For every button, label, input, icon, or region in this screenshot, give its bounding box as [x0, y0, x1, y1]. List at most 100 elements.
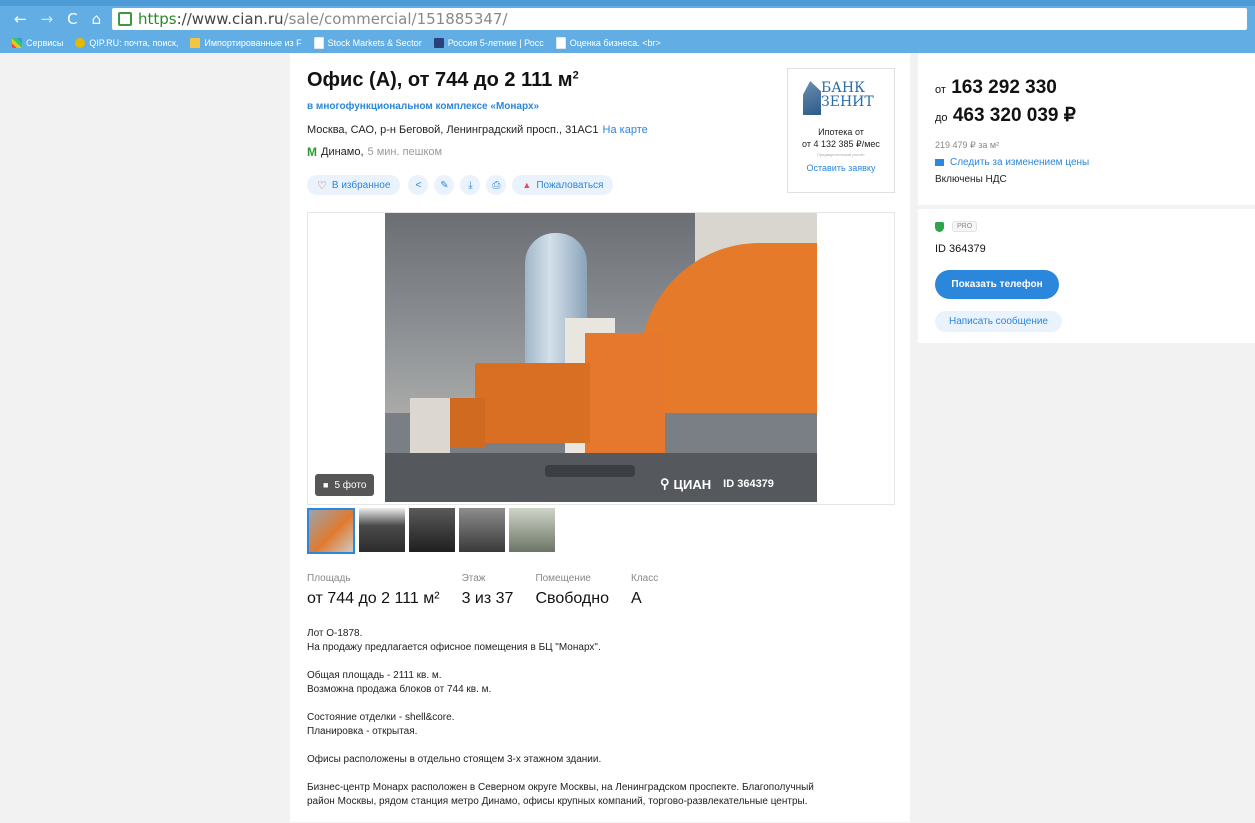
thumbnail-strip — [307, 508, 559, 554]
description-paragraph: Общая площадь - 2111 кв. м. Возможна прод… — [307, 669, 903, 697]
metro-walk-time: 5 мин. пешком — [367, 146, 443, 158]
photo-building — [475, 363, 590, 443]
param-value: от 744 до 2 111 м² — [307, 590, 440, 607]
price-from-value: 163 292 330 — [951, 77, 1057, 98]
bookmark-item[interactable]: QIP.RU: почта, поиск, — [75, 37, 179, 48]
description-line: Офисы расположены в отдельно стоящем 3-х… — [307, 754, 602, 765]
param-value: 3 из 37 — [461, 590, 514, 607]
bank-mortgage-amount: от 4 132 385 ₽/мес — [802, 139, 880, 149]
follow-price-link[interactable]: Следить за изменением цены — [935, 157, 1089, 168]
watermark-brand: ЦИАН — [673, 476, 712, 492]
complain-label: Пожаловаться — [536, 179, 604, 191]
home-icon[interactable]: ⌂ — [92, 10, 102, 28]
photo-count-label: 5 фото — [334, 479, 367, 491]
title-sup: 2 — [572, 69, 579, 82]
bookmark-label: Россия 5-летние | Росс — [447, 37, 544, 48]
description-paragraph: Состояние отделки - shell&core. Планировк… — [307, 711, 903, 739]
share-icon: < — [415, 179, 422, 191]
thumbnail[interactable] — [359, 508, 405, 552]
param-premises: Помещение Свободно — [535, 573, 609, 608]
reload-icon[interactable]: C — [67, 10, 77, 28]
shield-check-icon — [935, 221, 944, 232]
favorite-button[interactable]: ♡ В избранное — [307, 175, 401, 195]
description-line: район Москвы, рядом станция метро Динамо… — [307, 796, 808, 807]
print-icon: ⎙ — [492, 179, 501, 191]
price-to: до 463 320 039 ₽ — [935, 104, 1076, 127]
share-button[interactable]: < — [408, 175, 429, 195]
pin-icon: ⚲ — [660, 476, 670, 491]
listing-params: Площадь от 744 до 2 111 м² Этаж 3 из 37 По… — [307, 573, 680, 608]
description-line: Возможна продажа блоков от 744 кв. м. — [307, 684, 492, 695]
download-button[interactable]: ⤓ — [460, 175, 481, 195]
lock-icon — [118, 12, 132, 26]
edit-button[interactable]: ✎ — [434, 175, 455, 195]
bookmark-item[interactable]: Россия 5-летние | Росс — [433, 37, 544, 48]
bookmark-item[interactable]: Импортированные из F — [190, 37, 302, 48]
metro-icon: М — [307, 145, 317, 159]
photo-building — [585, 333, 665, 453]
rs-icon — [433, 37, 444, 48]
show-phone-button[interactable]: Показать телефон — [935, 270, 1059, 299]
print-button[interactable]: ⎙ — [486, 175, 507, 195]
camera-icon: ■ — [323, 480, 329, 490]
thumbnail[interactable] — [459, 508, 505, 552]
cian-watermark: ⚲ ЦИАН ID 364379 — [660, 476, 774, 492]
param-label: Площадь — [307, 573, 351, 584]
bank-apply-link[interactable]: Оставить заявку — [788, 163, 894, 173]
bank-ad[interactable]: БАНК ЗЕНИТ Ипотека от от 4 132 385 ₽/мес … — [787, 68, 895, 193]
description-line: Общая площадь - 2111 кв. м. — [307, 670, 442, 681]
description-line: Состояние отделки - shell&core. — [307, 712, 455, 723]
back-arrow-icon[interactable]: ← — [14, 10, 27, 28]
main-photo[interactable] — [385, 213, 817, 502]
url-scheme: https — [138, 10, 177, 28]
bookmark-label: Оценка бизнеса. <br> — [569, 37, 661, 48]
address-bar[interactable]: https://www.cian.ru/sale/commercial/1518… — [112, 8, 1247, 30]
bookmark-label: Импортированные из F — [204, 37, 302, 48]
bank-name-line2: ЗЕНИТ — [821, 94, 874, 110]
pencil-icon: ✎ — [440, 179, 449, 191]
address-text: Москва, САО, р-н Беговой, Ленинградский … — [307, 124, 599, 136]
bank-logo-mark — [803, 81, 821, 115]
thumbnail[interactable] — [509, 508, 555, 552]
description: Лот О-1878. На продажу предлагается офисн… — [307, 627, 903, 823]
param-floor: Этаж 3 из 37 — [462, 573, 514, 608]
photo-building — [445, 398, 485, 448]
bookmark-label: Сервисы — [26, 37, 64, 48]
param-label: Этаж — [461, 573, 486, 584]
param-area: Площадь от 744 до 2 111 м² — [307, 573, 440, 608]
metro-info: М Динамо, 5 мин. пешком — [307, 145, 442, 159]
bookmark-item[interactable]: Stock Markets & Sector — [313, 36, 422, 49]
complain-button[interactable]: ▲ Пожаловаться — [512, 175, 614, 195]
follow-price-label: Следить за изменением цены — [950, 157, 1090, 168]
url-text: https://www.cian.ru/sale/commercial/1518… — [138, 10, 508, 28]
photo-cars — [545, 465, 635, 477]
thumbnail[interactable] — [307, 508, 355, 554]
bank-logo-text: БАНК ЗЕНИТ — [821, 81, 874, 109]
photo-building — [410, 398, 450, 458]
watermark-id: ID 364379 — [723, 478, 774, 490]
address: Москва, САО, р-н Беговой, Ленинградский … — [307, 124, 648, 136]
bank-logo: БАНК ЗЕНИТ — [799, 79, 883, 117]
thumbnail[interactable] — [409, 508, 455, 552]
url-path: /sale/commercial/151885347/ — [283, 10, 508, 28]
complex-link[interactable]: в многофункциональном комплексе «Монарх» — [307, 101, 539, 112]
write-message-button[interactable]: Написать сообщение — [935, 311, 1062, 332]
photo-count-button[interactable]: ■ 5 фото — [315, 474, 375, 496]
forward-arrow-icon[interactable]: → — [41, 10, 54, 28]
description-paragraph: Лот О-1878. На продажу предлагается офисн… — [307, 627, 903, 655]
price-to-prefix: до — [935, 112, 948, 124]
apps-icon — [12, 37, 22, 48]
url-domain: ://www.cian.ru — [176, 10, 284, 28]
bookmark-label: QIP.RU: почта, поиск, — [89, 37, 179, 48]
qip-icon — [75, 37, 86, 48]
bookmark-item[interactable]: Оценка бизнеса. <br> — [555, 36, 661, 49]
agent-id: ID 364379 — [935, 243, 986, 255]
price-to-value: 463 320 039 ₽ — [952, 105, 1076, 126]
param-label: Класс — [631, 573, 659, 584]
mail-icon — [935, 159, 944, 166]
listing-actions: ♡ В избранное < ✎ ⤓ ⎙ ▲ Пожаловаться — [307, 175, 621, 195]
param-value: А — [631, 590, 642, 607]
map-link[interactable]: На карте — [603, 124, 648, 136]
bookmark-item[interactable]: Сервисы — [12, 37, 64, 48]
description-line: Планировка - открытая. — [307, 726, 418, 737]
